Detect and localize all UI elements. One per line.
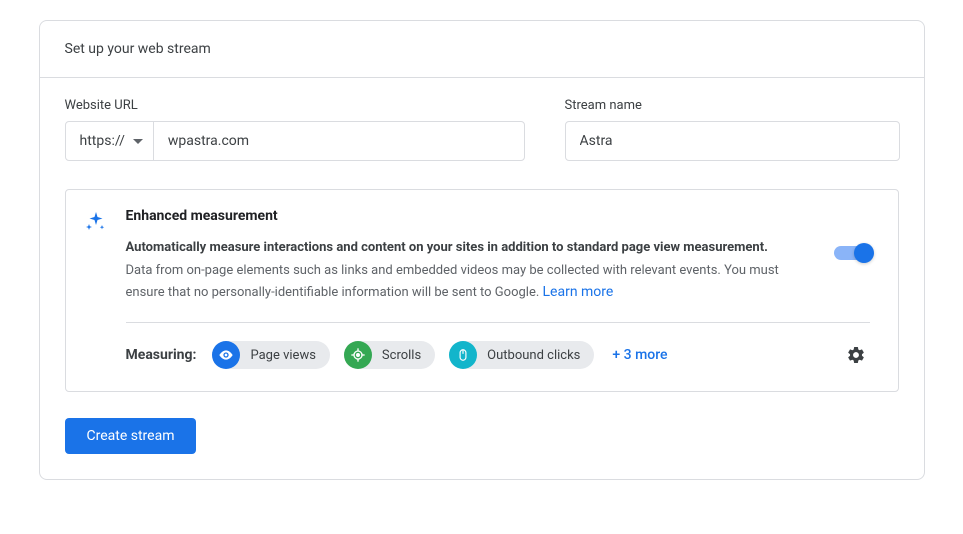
target-icon [344,341,372,369]
chip-scrolls: Scrolls [344,341,435,369]
card-header: Set up your web stream [40,21,924,78]
enhanced-title: Enhanced measurement [126,208,870,224]
protocol-select[interactable]: https:// [66,122,154,160]
enhanced-desc-bold: Automatically measure interactions and c… [126,238,814,258]
chip-label: Scrolls [382,348,421,363]
gear-icon [846,345,866,365]
measuring-row: Measuring: Page views Scrolls [126,341,870,369]
enhanced-description: Automatically measure interactions and c… [126,238,814,304]
enhanced-toggle[interactable] [834,246,870,260]
panel-content: Enhanced measurement Automatically measu… [126,208,870,369]
chip-page-views: Page views [212,341,329,369]
card-body: Website URL https:// Stream name [40,78,924,479]
enhanced-desc-plain: Data from on-page elements such as links… [126,261,814,305]
enhanced-measurement-panel: Enhanced measurement Automatically measu… [65,189,899,392]
card-title: Set up your web stream [65,41,211,57]
website-url-group: Website URL https:// [65,98,525,161]
form-row: Website URL https:// Stream name [65,98,899,161]
panel-row: Automatically measure interactions and c… [126,238,870,304]
settings-button[interactable] [842,341,870,369]
setup-web-stream-card: Set up your web stream Website URL https… [39,20,925,480]
eye-icon [212,341,240,369]
protocol-value: https:// [80,133,125,149]
learn-more-link[interactable]: Learn more [543,284,614,300]
website-url-label: Website URL [65,98,525,113]
measuring-label: Measuring: [126,347,197,363]
stream-name-input[interactable] [566,122,899,160]
chevron-down-icon [133,139,143,144]
mouse-icon [449,341,477,369]
stream-name-label: Stream name [565,98,900,113]
divider [126,322,870,323]
website-url-input[interactable] [154,122,524,160]
chip-label: Outbound clicks [487,348,580,363]
stream-name-group: Stream name [565,98,900,161]
sparkle-icon [84,208,108,369]
create-stream-button[interactable]: Create stream [65,418,197,454]
chip-outbound-clicks: Outbound clicks [449,341,594,369]
chip-label: Page views [250,348,315,363]
url-input-combo: https:// [65,121,525,161]
more-events-link[interactable]: + 3 more [612,347,667,363]
panel-top: Enhanced measurement Automatically measu… [84,208,870,369]
stream-name-wrapper [565,121,900,161]
